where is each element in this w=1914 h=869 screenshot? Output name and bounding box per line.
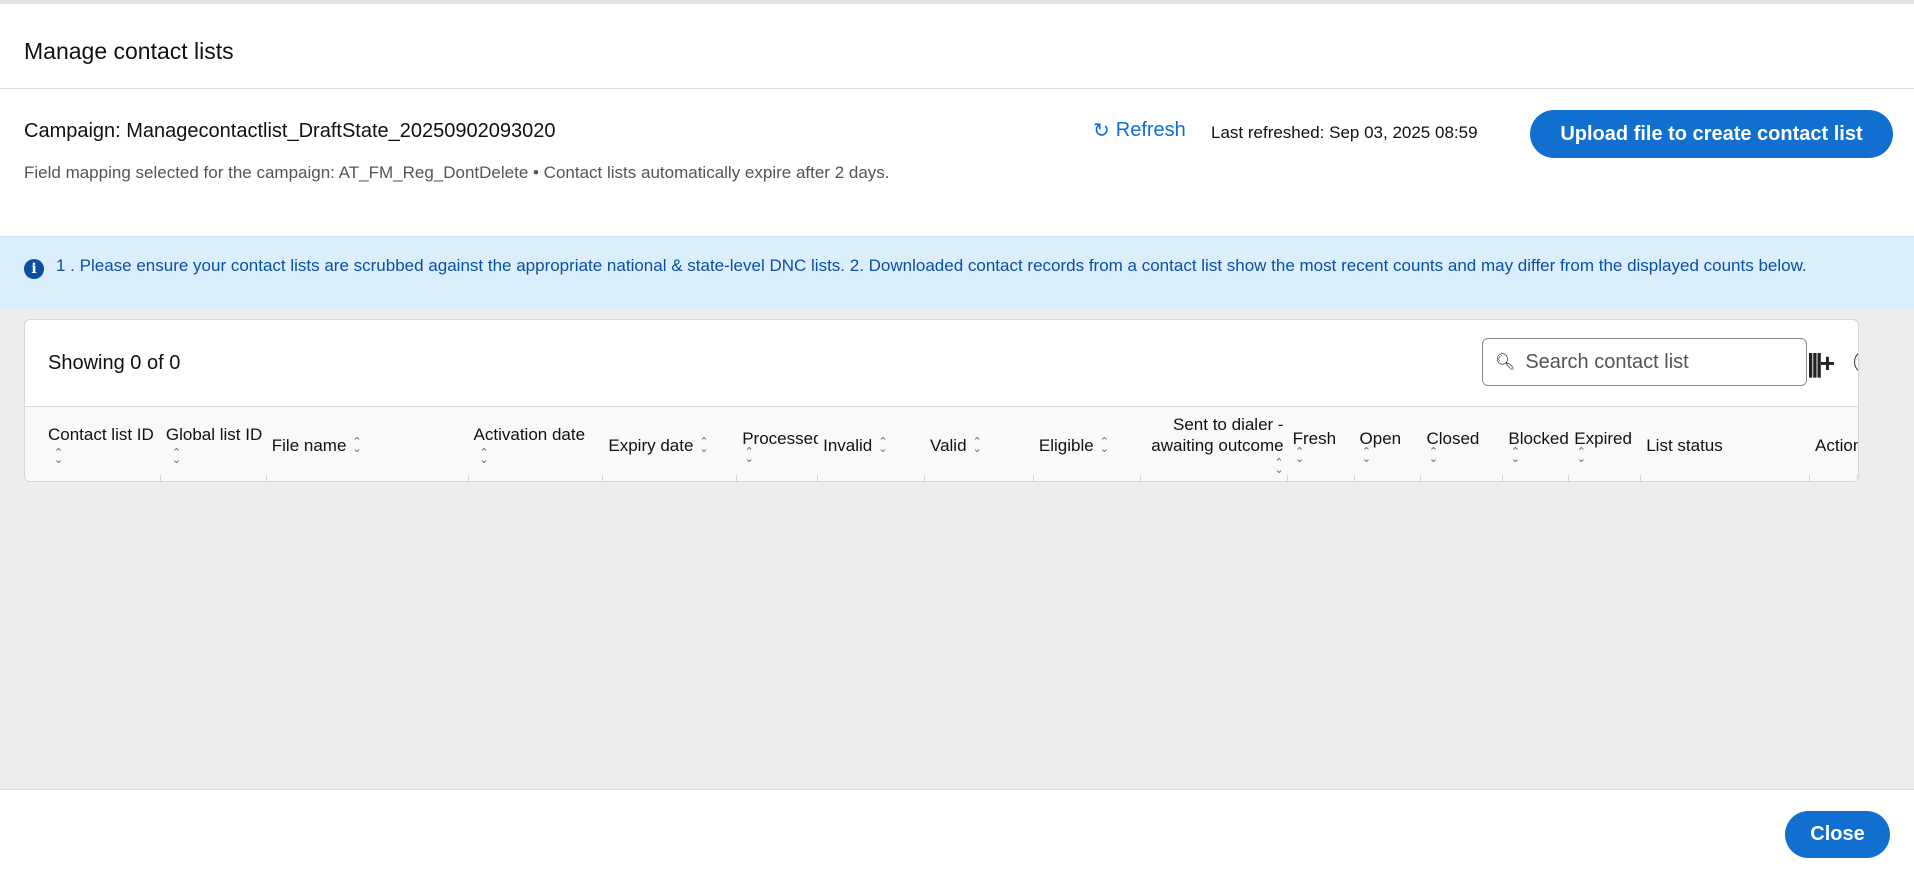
column-header[interactable]: Fresh ⌃ ⌄ [1288,407,1355,481]
dialog-title: Manage contact lists [24,38,234,64]
column-header[interactable]: Activation date ⌃ ⌄ [469,407,604,481]
column-label: Processed [742,428,819,448]
column-header[interactable]: Action [1810,407,1858,481]
column-label: Activation date [473,425,586,444]
column-label: Valid [930,435,967,455]
column-header[interactable]: List status [1641,407,1810,481]
column-settings-icon[interactable]: |||+ [1807,348,1835,379]
refresh-icon: ↻ [1093,120,1110,142]
close-button[interactable]: Close [1785,811,1890,858]
upload-file-button[interactable]: Upload file to create contact list [1530,110,1893,158]
column-label: Expiry date [608,435,694,455]
column-label: Open [1359,428,1402,448]
column-header[interactable]: Processed ⌃ ⌄ [737,407,819,481]
column-label: Sent to dialer - awaiting outcome [1151,414,1284,455]
column-header[interactable]: File name ⌃ ⌄ [267,407,469,481]
column-label: Blocked [1508,428,1569,448]
refresh-label: Refresh [1115,119,1186,141]
column-header[interactable]: Open ⌃ ⌄ [1355,407,1422,481]
sort-icon[interactable]: ⌃ ⌄ [480,447,489,465]
column-label: Expired [1574,428,1632,448]
sort-icon[interactable]: ⌃ ⌄ [1574,446,1588,464]
sort-icon[interactable]: ⌃ ⌄ [1293,446,1307,464]
sort-icon[interactable]: ⌃ ⌄ [973,437,982,455]
search-input[interactable] [1525,350,1786,374]
info-icon[interactable]: i [1854,350,1858,374]
column-header[interactable]: Sent to dialer - awaiting outcome ⌃ ⌄ [1141,407,1288,481]
showing-count: Showing 0 of 0 [48,352,181,374]
contact-list-table: Showing 0 of 0 🔍︎ |||+ i Contact list ID… [24,319,1859,482]
campaign-name: Campaign: Managecontactlist_DraftState_2… [24,120,556,142]
sort-icon[interactable]: ⌃ ⌄ [1274,458,1283,476]
last-refreshed: Last refreshed: Sep 03, 2025 08:59 [1211,123,1478,142]
table-header: Contact list ID⌃ ⌄ Global list ID⌃ ⌄ File na… [25,406,1858,481]
sort-icon[interactable]: ⌃ ⌄ [172,447,181,465]
banner-text: 1 . Please ensure your contact lists are… [56,256,1807,275]
search-box[interactable]: 🔍︎ [1482,338,1807,386]
column-label: Fresh [1292,428,1337,448]
sort-icon[interactable]: ⌃ ⌄ [1100,437,1109,455]
sort-icon[interactable]: ⌃ ⌄ [699,437,708,455]
dialog-footer: Close [0,789,1914,869]
column-label: File name [271,435,347,455]
column-header[interactable]: Contact list ID ⌃ ⌄ [25,407,161,481]
refresh-button[interactable]: ↻ Refresh [1093,118,1186,143]
column-label: Closed [1426,428,1480,448]
column-header[interactable]: Closed ⌃ ⌄ [1421,407,1504,481]
column-label: Contact list ID [48,425,154,444]
column-header[interactable]: Valid ⌃ ⌄ [925,407,1034,481]
column-label: Invalid [823,435,873,455]
sort-icon[interactable]: ⌃ ⌄ [742,446,756,464]
sort-icon[interactable]: ⌃ ⌄ [1508,446,1522,464]
sort-icon[interactable]: ⌃ ⌄ [878,437,887,455]
info-banner: i 1 . Please ensure your contact lists a… [0,236,1914,309]
column-label: Eligible [1038,435,1094,455]
sort-icon[interactable]: ⌃ ⌄ [54,447,63,465]
sort-icon[interactable]: ⌃ ⌄ [1426,446,1440,464]
column-header[interactable]: Expired ⌃ ⌄ [1569,407,1642,481]
sort-icon[interactable]: ⌃ ⌄ [1360,446,1374,464]
column-header[interactable]: Global list ID ⌃ ⌄ [161,407,267,481]
column-label: Action [1815,435,1858,455]
column-header[interactable]: Expiry date ⌃ ⌄ [603,407,738,481]
column-label: List status [1646,435,1723,455]
search-icon: 🔍︎ [1495,354,1516,371]
column-header[interactable]: Invalid ⌃ ⌄ [818,407,925,481]
column-header[interactable]: Eligible ⌃ ⌄ [1034,407,1141,481]
info-icon: i [24,259,44,279]
column-header[interactable]: Blocked ⌃ ⌄ [1503,407,1570,481]
divider [0,88,1914,89]
top-border [0,0,1914,4]
campaign-subtitle: Field mapping selected for the campaign:… [24,163,890,182]
sort-icon[interactable]: ⌃ ⌄ [352,437,361,455]
column-label: Global list ID [165,425,263,444]
